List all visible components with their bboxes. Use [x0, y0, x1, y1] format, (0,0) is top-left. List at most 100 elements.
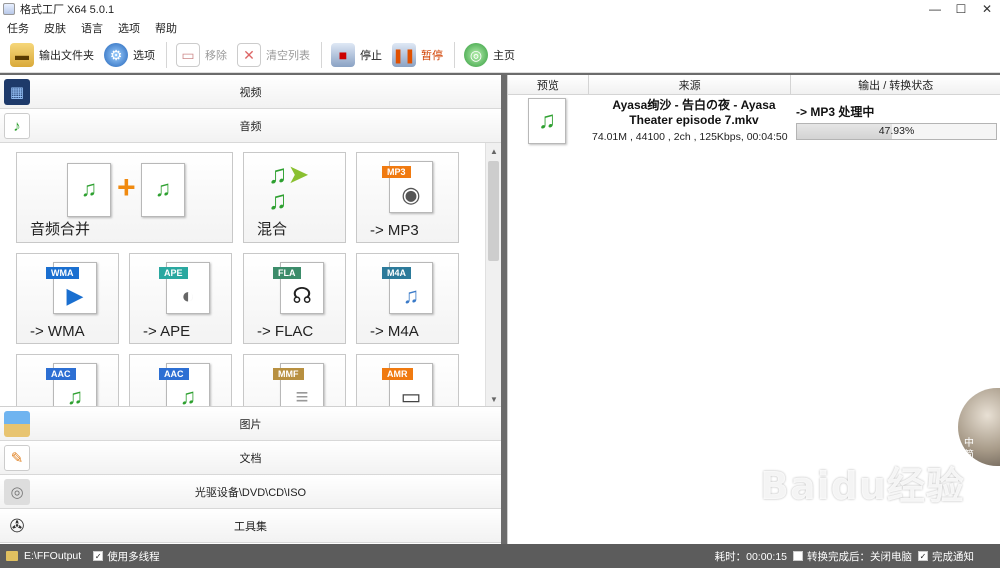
category-audio[interactable]: ♪ 音频	[0, 109, 501, 143]
notify-checkbox[interactable]: ✓	[918, 551, 928, 561]
stop-label: 停止	[360, 50, 382, 62]
m4a-badge: M4A	[382, 267, 412, 279]
category-audio-label: 音频	[239, 120, 262, 133]
gear-icon: ⚙	[104, 43, 128, 67]
landscape-image-icon	[4, 411, 30, 437]
to-flac-tile[interactable]: FLA ☊ -> FLAC	[243, 253, 346, 344]
output-folder-label: 输出文件夹	[39, 50, 94, 62]
close-button[interactable]: ✕	[974, 0, 1000, 18]
menu-help[interactable]: 帮助	[155, 20, 177, 36]
to-m4a-tile[interactable]: M4A ♫ -> M4A	[356, 253, 459, 344]
to-mp3-label: -> MP3	[370, 222, 419, 239]
window-title: 格式工厂 X64 5.0.1	[20, 4, 115, 16]
after-convert-checkbox[interactable]	[793, 551, 803, 561]
col-source[interactable]: 来源	[589, 75, 792, 94]
to-mp3-tile[interactable]: MP3 ◉ -> MP3	[356, 152, 459, 243]
status-bar: E:\FFOutput ✓ 使用多线程 耗时：00:00:15 转换完成后：关闭…	[0, 544, 1000, 568]
options-label: 选项	[133, 50, 155, 62]
category-image-label: 图片	[239, 418, 262, 431]
category-video-label: 视频	[239, 86, 262, 99]
output-folder-button[interactable]: ▬ 输出文件夹	[6, 40, 98, 70]
to-aac-tile[interactable]: AAC ♫	[129, 354, 232, 406]
category-toolbox[interactable]: ✇ 工具集	[0, 509, 501, 543]
task-row[interactable]: ♫ Ayasa绚沙 - 告白の夜 - Ayasa Theater episode…	[508, 95, 1000, 147]
scroll-up-icon[interactable]: ▲	[486, 143, 501, 159]
task-file-info: 74.01M , 44100 , 2ch , 125Kbps, 00:04:50	[592, 131, 788, 143]
category-panel: ▦ 视频 ♪ 音频 ♫ + ♫ 音频合并 ♫➤ ♫ 混合 MP3 ◉ -> MP3	[0, 75, 501, 544]
after-convert-label: 转换完成后：关闭电脑	[807, 550, 912, 563]
maximize-button[interactable]: ☐	[948, 0, 974, 18]
music-note-icon: ♪	[4, 113, 30, 139]
window-controls: — ☐ ✕	[922, 0, 1000, 18]
category-video[interactable]: ▦ 视频	[0, 75, 501, 109]
remove-label: 移除	[205, 50, 227, 62]
col-output-status[interactable]: 输出 / 转换状态	[791, 75, 1000, 94]
music-merge-icon: ♫	[67, 163, 111, 217]
audio-mix-tile[interactable]: ♫➤ ♫ 混合	[243, 152, 346, 243]
tools-scrollbar[interactable]: ▲ ▼	[485, 143, 501, 406]
notify-label: 完成通知	[932, 550, 974, 563]
film-reel-icon: ✇	[9, 515, 25, 536]
music-icon: AAC ♫	[46, 363, 97, 406]
wma-badge: WMA	[46, 267, 79, 279]
menu-task[interactable]: 任务	[7, 20, 29, 36]
category-document[interactable]: ✎ 文档	[0, 441, 501, 475]
to-ape-label: -> APE	[143, 323, 191, 340]
minimize-button[interactable]: —	[922, 0, 948, 18]
music-icon: AAC ♫	[159, 363, 210, 406]
scroll-down-icon[interactable]: ▼	[486, 391, 501, 406]
status-right: 耗时：00:00:15 转换完成后：关闭电脑 ✓ 完成通知	[715, 549, 974, 564]
music-icon: MMF ≡	[273, 363, 324, 406]
device-icon: AMR ▭	[382, 363, 433, 406]
audio-mix-label: 混合	[257, 221, 288, 238]
audio-tools-grid: ♫ + ♫ 音频合并 ♫➤♫ 混合 MP3 ◉ -> MP3 WMA ▶ ->	[0, 143, 501, 407]
elapsed-time: 耗时：00:00:15	[714, 550, 787, 563]
col-preview[interactable]: 预览	[508, 75, 589, 94]
ape-badge: APE	[159, 267, 188, 279]
to-amr-tile[interactable]: AMR ▭	[356, 354, 459, 406]
menu-language[interactable]: 语言	[81, 20, 103, 36]
music-file-icon: ♫	[528, 98, 566, 144]
category-optical-label: 光驱设备\DVD\CD\ISO	[194, 486, 307, 499]
home-button[interactable]: ◎ 主页	[460, 40, 519, 70]
stop-button[interactable]: ■ 停止	[327, 40, 386, 70]
output-path[interactable]: E:\FFOutput	[24, 550, 81, 562]
aac-badge: AAC	[159, 368, 189, 380]
remove-button[interactable]: ▭ 移除	[172, 40, 231, 70]
options-button[interactable]: ⚙ 选项	[100, 40, 159, 70]
task-progress-bar: 47.93%	[796, 123, 997, 140]
multithread-label: 使用多线程	[107, 550, 160, 563]
to-flac-label: -> FLAC	[257, 323, 314, 340]
disc-music-icon: M4A ♫	[382, 262, 433, 314]
to-mmf-tile[interactable]: MMF ≡	[243, 354, 346, 406]
globe-search-icon: ◎	[464, 43, 488, 67]
pause-button[interactable]: ❚❚ 暂停	[388, 40, 447, 70]
to-wma-tile[interactable]: WMA ▶ -> WMA	[16, 253, 119, 344]
stop-icon: ■	[331, 43, 355, 67]
toolbar-divider	[454, 42, 455, 68]
to-aac-tile[interactable]: AAC ♫	[16, 354, 119, 406]
clear-list-button[interactable]: ✕ 清空列表	[233, 40, 314, 70]
toolbar-divider	[166, 42, 167, 68]
category-optical[interactable]: ◎ 光驱设备\DVD\CD\ISO	[0, 475, 501, 509]
folder-icon[interactable]	[6, 551, 18, 561]
to-ape-tile[interactable]: APE ◐ -> APE	[129, 253, 232, 344]
headphones-icon: APE ◐	[159, 262, 210, 314]
category-image[interactable]: 图片	[0, 407, 501, 441]
scroll-thumb[interactable]	[488, 161, 499, 261]
menu-skin[interactable]: 皮肤	[44, 20, 66, 36]
audio-merge-tile[interactable]: ♫ + ♫ 音频合并	[16, 152, 233, 243]
document-pencil-icon: ✎	[4, 445, 30, 471]
remove-file-icon: ▭	[176, 43, 200, 67]
headphones-icon: FLA ☊	[273, 262, 324, 314]
watermark: Baidu经验 jingyan.baidu.com	[760, 455, 965, 521]
music-mix-icon: ♫➤ ♫	[268, 159, 310, 215]
watermark-logo: Baidu经验	[760, 464, 965, 508]
toolbar-divider	[321, 42, 322, 68]
task-list-header: 预览 来源 输出 / 转换状态	[508, 75, 1000, 95]
toolbar: ▬ 输出文件夹 ⚙ 选项 ▭ 移除 ✕ 清空列表 ■ 停止 ❚❚ 暂停 ◎ 主页	[0, 38, 1000, 73]
menu-options[interactable]: 选项	[118, 20, 140, 36]
plus-icon: +	[117, 169, 136, 205]
aac-badge: AAC	[46, 368, 76, 380]
multithread-checkbox[interactable]: ✓	[93, 551, 104, 561]
